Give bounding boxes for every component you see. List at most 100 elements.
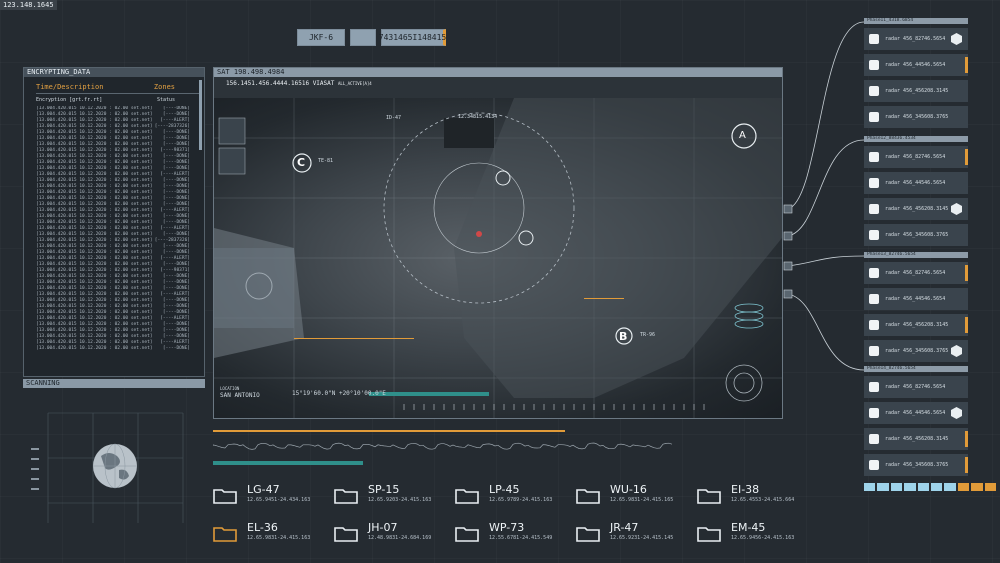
radar-panel-3: Phase13_82746.5654radar 456_82746.5654ra… <box>864 252 968 362</box>
folder-code: JH-07 <box>368 521 398 534</box>
folder-item[interactable]: JR-47 12.65.9231-24.415.145 <box>576 521 691 551</box>
connector-lines <box>783 21 865 371</box>
checkbox[interactable] <box>869 112 879 122</box>
radar-item[interactable]: radar 456_82746.5654 <box>864 376 968 398</box>
map-coords: 15°19'60.0"N +20°10'00.0"E <box>292 390 386 397</box>
folder-item[interactable]: JH-07 12.48.9831-24.684.169 <box>334 521 449 551</box>
satellite-image[interactable]: A C B TE-81 TR-96 ID-47 12.34815.4134 15… <box>214 98 782 418</box>
radar-item[interactable]: radar 456_456208.3145 <box>864 314 968 336</box>
radar-item[interactable]: radar 456_44546.5654 <box>864 402 968 424</box>
chip-id[interactable]: 7431465I148415 <box>379 29 446 46</box>
col-zones-header: Zones <box>153 83 175 91</box>
checkbox[interactable] <box>869 86 879 96</box>
sub-encryption: Encryption [grt.fr.rt] <box>36 97 103 103</box>
status-marker <box>965 431 968 447</box>
radar-item-label: radar 456_44546.5654 <box>885 410 946 416</box>
checkbox[interactable] <box>869 434 879 444</box>
log-row: [13.004.420.015 10.12.2020 : 02.00 set.n… <box>36 346 200 351</box>
folder-item[interactable]: EL-36 12.65.9831-24.415.163 <box>213 521 328 551</box>
radar-item[interactable]: radar 456_44546.5654 <box>864 288 968 310</box>
radar-item[interactable]: radar 456_44546.5654 <box>864 54 968 76</box>
folder-item[interactable]: WP-73 12.55.6781-24.415.549 <box>455 521 570 551</box>
status-marker <box>965 317 968 333</box>
radar-item[interactable]: radar 456_82746.5654 <box>864 262 968 284</box>
map-subtitle-tag: ALL_ACTIVE[A]4 <box>338 81 372 86</box>
map-title: SAT 198.498.4984 <box>214 68 782 77</box>
encrypting-title: ENCRYPTING_DATA <box>24 68 204 77</box>
radar-item[interactable]: radar 456_456208.3145 <box>864 428 968 450</box>
target-marker <box>476 231 482 237</box>
folder-code: LP-45 <box>489 483 520 496</box>
chip-jkf[interactable]: JKF-6 <box>297 29 345 46</box>
checkbox[interactable] <box>869 204 879 214</box>
folder-coord: 12.65.9203-24.415.163 <box>368 497 432 503</box>
radar-item-label: radar 456_456208.3145 <box>885 436 949 442</box>
log-list[interactable]: [13.004.420.015 10.12.2020 : 02.00 set.n… <box>36 106 200 351</box>
status-marker <box>965 457 968 473</box>
folder-coord: 12.65.4553-24.415.664 <box>731 497 795 503</box>
folder-code: JR-47 <box>610 521 639 534</box>
log-time: [13.004.420.015 10.12.2020 : 02.00 set.n… <box>36 346 153 351</box>
marker-c-label: C <box>297 156 306 169</box>
radar-item[interactable]: radar 456_345608.3765 <box>864 454 968 476</box>
radar-item-label: radar 456_82746.5654 <box>885 36 946 42</box>
hexagon-icon <box>951 203 962 215</box>
checkbox[interactable] <box>869 408 879 418</box>
hexagon-icon <box>951 345 962 357</box>
folder-icon <box>334 487 358 504</box>
folder-item[interactable]: LP-45 12.65.9789-24.415.163 <box>455 483 570 513</box>
checkbox[interactable] <box>869 320 879 330</box>
radar-item[interactable]: radar 456_44546.5654 <box>864 172 968 194</box>
folder-icon <box>213 487 237 504</box>
folder-code: SP-15 <box>368 483 400 496</box>
folder-icon <box>334 525 358 542</box>
status-marker <box>965 149 968 165</box>
checkbox[interactable] <box>869 460 879 470</box>
satellite-map-panel: SAT 198.498.4984 156.1451.456.4444.16516… <box>213 67 783 419</box>
col-time-header: Time/Description <box>36 83 104 91</box>
checkbox[interactable] <box>869 34 879 44</box>
folder-icon <box>697 487 721 504</box>
checkbox[interactable] <box>869 346 879 356</box>
checkbox[interactable] <box>869 60 879 70</box>
encrypting-panel: ENCRYPTING_DATA Time/Description Zones E… <box>23 67 205 377</box>
radar-panel-4: Phase14_82746.5654 radar 456_82746.5654 ra… <box>864 366 968 476</box>
radar-item[interactable]: radar 456_456208.3145 <box>864 80 968 102</box>
scrollbar[interactable] <box>199 80 202 150</box>
radar-item[interactable]: radar 456_345608.3765 <box>864 106 968 128</box>
checkbox[interactable] <box>869 178 879 188</box>
map-small-label-2: 12.34815.4134 <box>458 114 498 120</box>
folder-icon <box>213 525 237 542</box>
checkbox[interactable] <box>869 268 879 278</box>
radar-item[interactable]: radar 456_82746.5654 <box>864 146 968 168</box>
radar-item-label: radar 456_82746.5654 <box>885 270 946 276</box>
checkbox[interactable] <box>869 230 879 240</box>
log-status: [----DONE] <box>162 346 190 351</box>
radar-item[interactable]: radar 456_345608.3765 <box>864 224 968 246</box>
chip-blank[interactable] <box>350 29 376 46</box>
radar-item[interactable]: radar 456_456208.3145 <box>864 198 968 220</box>
folder-coord: 12.65.9831-24.415.163 <box>247 535 311 541</box>
folder-item[interactable]: SP-15 12.65.9203-24.415.163 <box>334 483 449 513</box>
signal-waveform <box>213 430 673 465</box>
folder-coord: 12.48.9831-24.684.169 <box>368 535 432 541</box>
radar-item-label: radar 456_345608.3765 <box>885 232 949 238</box>
radar-item[interactable]: radar 456_345608.3765 <box>864 340 968 362</box>
checkbox[interactable] <box>869 382 879 392</box>
folder-item[interactable]: LG-47 12.65.9451-24.434.163 <box>213 483 328 513</box>
radar-panel-title: Phase13_82746.5654 <box>864 252 968 258</box>
globe-scanner <box>31 412 184 523</box>
folder-icon <box>576 487 600 504</box>
folder-item[interactable]: WU-16 12.65.9831-24.415.165 <box>576 483 691 513</box>
folder-coord: 12.65.9831-24.415.165 <box>610 497 674 503</box>
folder-item[interactable]: EI-38 12.65.4553-24.415.664 <box>697 483 812 513</box>
location-label: LOCATION <box>220 386 240 391</box>
marker-a-label: A <box>739 130 746 141</box>
radar-item[interactable]: radar 456_82746.5654 <box>864 28 968 50</box>
folder-coord: 12.65.9456-24.415.163 <box>731 535 795 541</box>
folder-item[interactable]: EM-45 12.65.9456-24.415.163 <box>697 521 812 551</box>
map-small-label-1: ID-47 <box>386 115 402 121</box>
checkbox[interactable] <box>869 152 879 162</box>
checkbox[interactable] <box>869 294 879 304</box>
top-coordinate: 123.148.1645 <box>0 0 57 10</box>
